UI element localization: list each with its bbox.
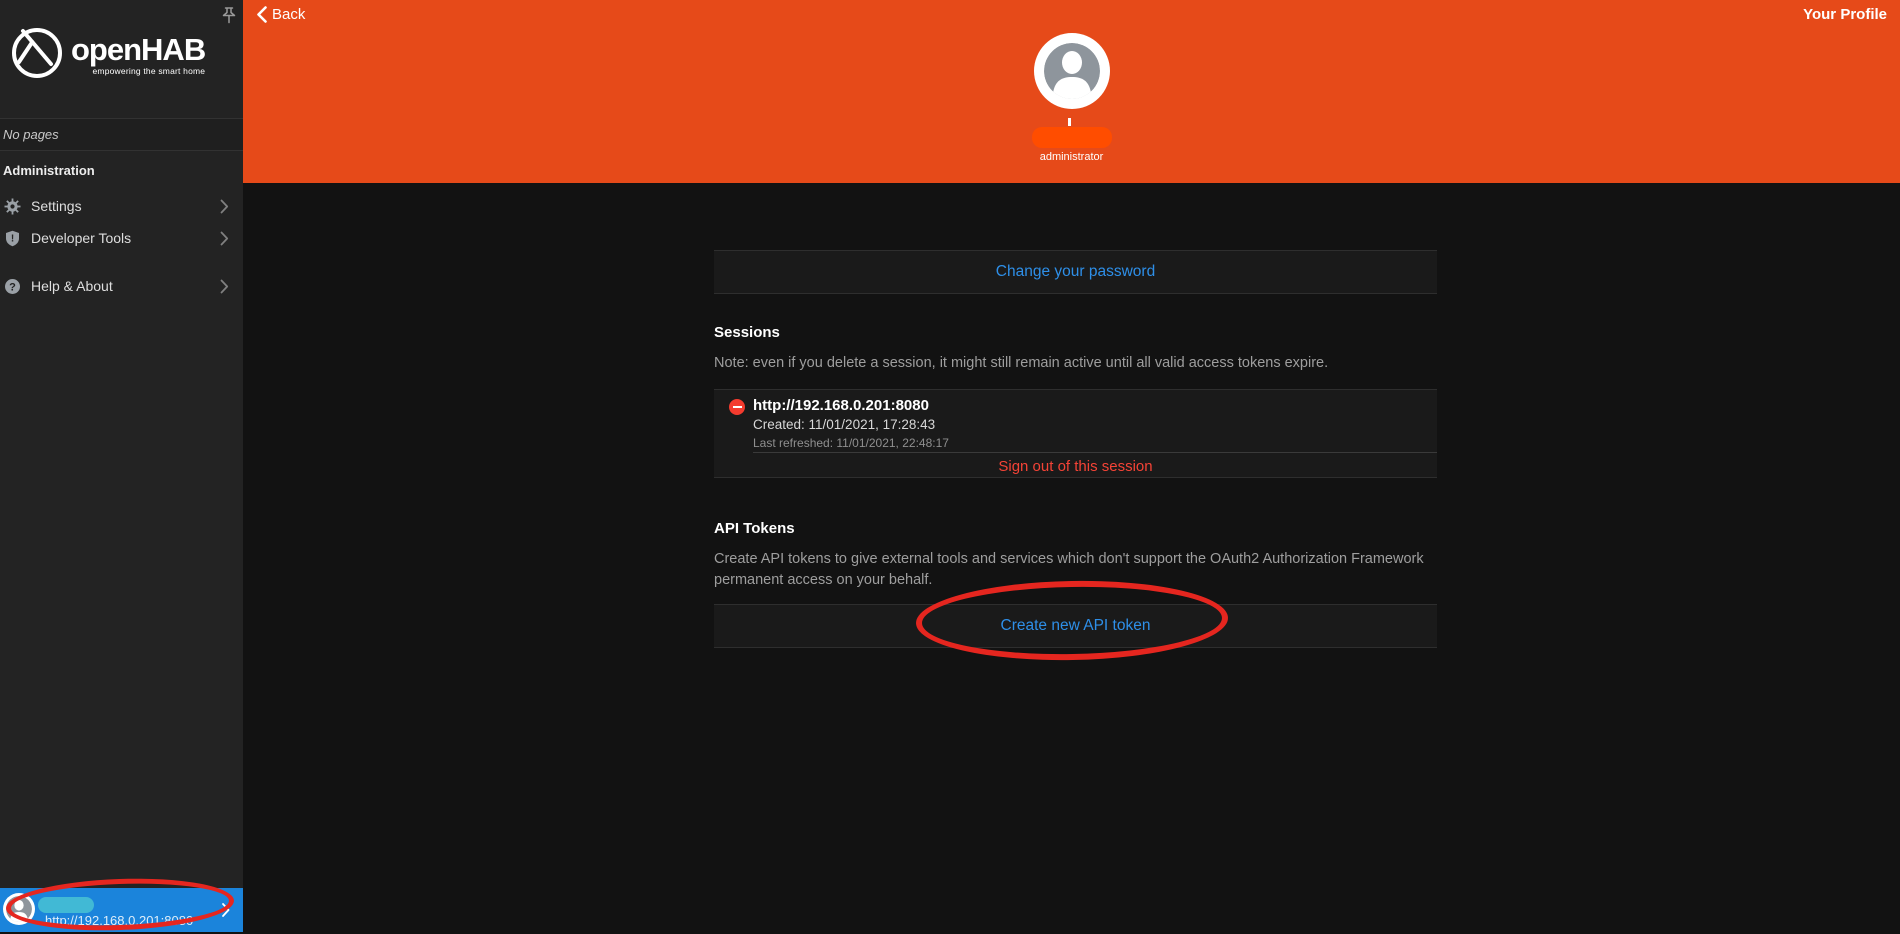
svg-text:?: ? (9, 281, 16, 293)
back-label: Back (272, 6, 305, 23)
sidebar-item-label: Help & About (31, 278, 113, 294)
session-url: http://192.168.0.201:8080 (753, 397, 929, 414)
current-user-bar[interactable]: http://192.168.0.201:8080 (0, 888, 243, 932)
api-tokens-section-title: API Tokens (714, 520, 795, 537)
username-redaction (1032, 127, 1112, 148)
logo-tagline: empowering the smart home (71, 66, 205, 76)
page-title: Your Profile (1803, 6, 1887, 23)
api-tokens-description: Create API tokens to give external tools… (714, 549, 1454, 591)
change-password-link[interactable]: Change your password (996, 263, 1155, 281)
change-password-row: Change your password (714, 250, 1437, 294)
redaction-artifact (1068, 118, 1071, 126)
openhab-logo-icon (10, 26, 64, 80)
profile-header: Back Your Profile administrator (243, 0, 1900, 183)
sidebar-item-label: Settings (31, 198, 82, 214)
session-card: http://192.168.0.201:8080 Created: 11/01… (714, 389, 1437, 478)
session-created: Created: 11/01/2021, 17:28:43 (753, 417, 935, 432)
pin-icon[interactable] (219, 5, 239, 27)
sidebar-item-settings[interactable]: Settings (0, 190, 243, 222)
chevron-right-icon (220, 231, 229, 246)
sidebar-item-help-about[interactable]: ? Help & About (0, 270, 243, 302)
create-api-token-link[interactable]: Create new API token (1001, 617, 1151, 635)
sign-out-link[interactable]: Sign out of this session (998, 458, 1152, 475)
user-avatar (3, 893, 35, 925)
shield-icon: ! (4, 230, 21, 247)
question-circle-icon: ? (4, 278, 21, 295)
create-api-token-row: Create new API token (714, 604, 1437, 648)
logo-text: openHAB (71, 34, 205, 65)
user-role-label: administrator (1002, 151, 1142, 163)
profile-avatar (1034, 33, 1110, 109)
back-button[interactable]: Back (257, 6, 305, 23)
sidebar: openHAB empowering the smart home No pag… (0, 0, 243, 932)
svg-text:!: ! (11, 233, 14, 244)
chevron-right-icon (220, 279, 229, 294)
sidebar-item-label: Developer Tools (31, 230, 131, 246)
openhab-logo: openHAB empowering the smart home (10, 26, 205, 80)
profile-avatar-block: administrator (1002, 33, 1142, 163)
chevron-left-icon (257, 6, 267, 23)
chevron-right-icon (222, 903, 230, 917)
remove-session-icon[interactable] (729, 399, 745, 415)
chevron-right-icon (220, 199, 229, 214)
sessions-section-title: Sessions (714, 324, 780, 341)
sidebar-item-developer-tools[interactable]: ! Developer Tools (0, 222, 243, 254)
no-pages-label: No pages (0, 118, 243, 151)
admin-menu: Settings ! Developer Tools ? Help & Abou… (0, 190, 243, 302)
sessions-note: Note: even if you delete a session, it m… (714, 353, 1454, 374)
sign-out-row: Sign out of this session (714, 453, 1437, 479)
gear-icon (4, 198, 21, 215)
session-last-refreshed: Last refreshed: 11/01/2021, 22:48:17 (753, 436, 949, 450)
username-redaction (38, 897, 94, 913)
server-url: http://192.168.0.201:8080 (45, 913, 193, 928)
administration-section-label: Administration (3, 163, 95, 178)
profile-content: Change your password Sessions Note: even… (243, 183, 1900, 932)
